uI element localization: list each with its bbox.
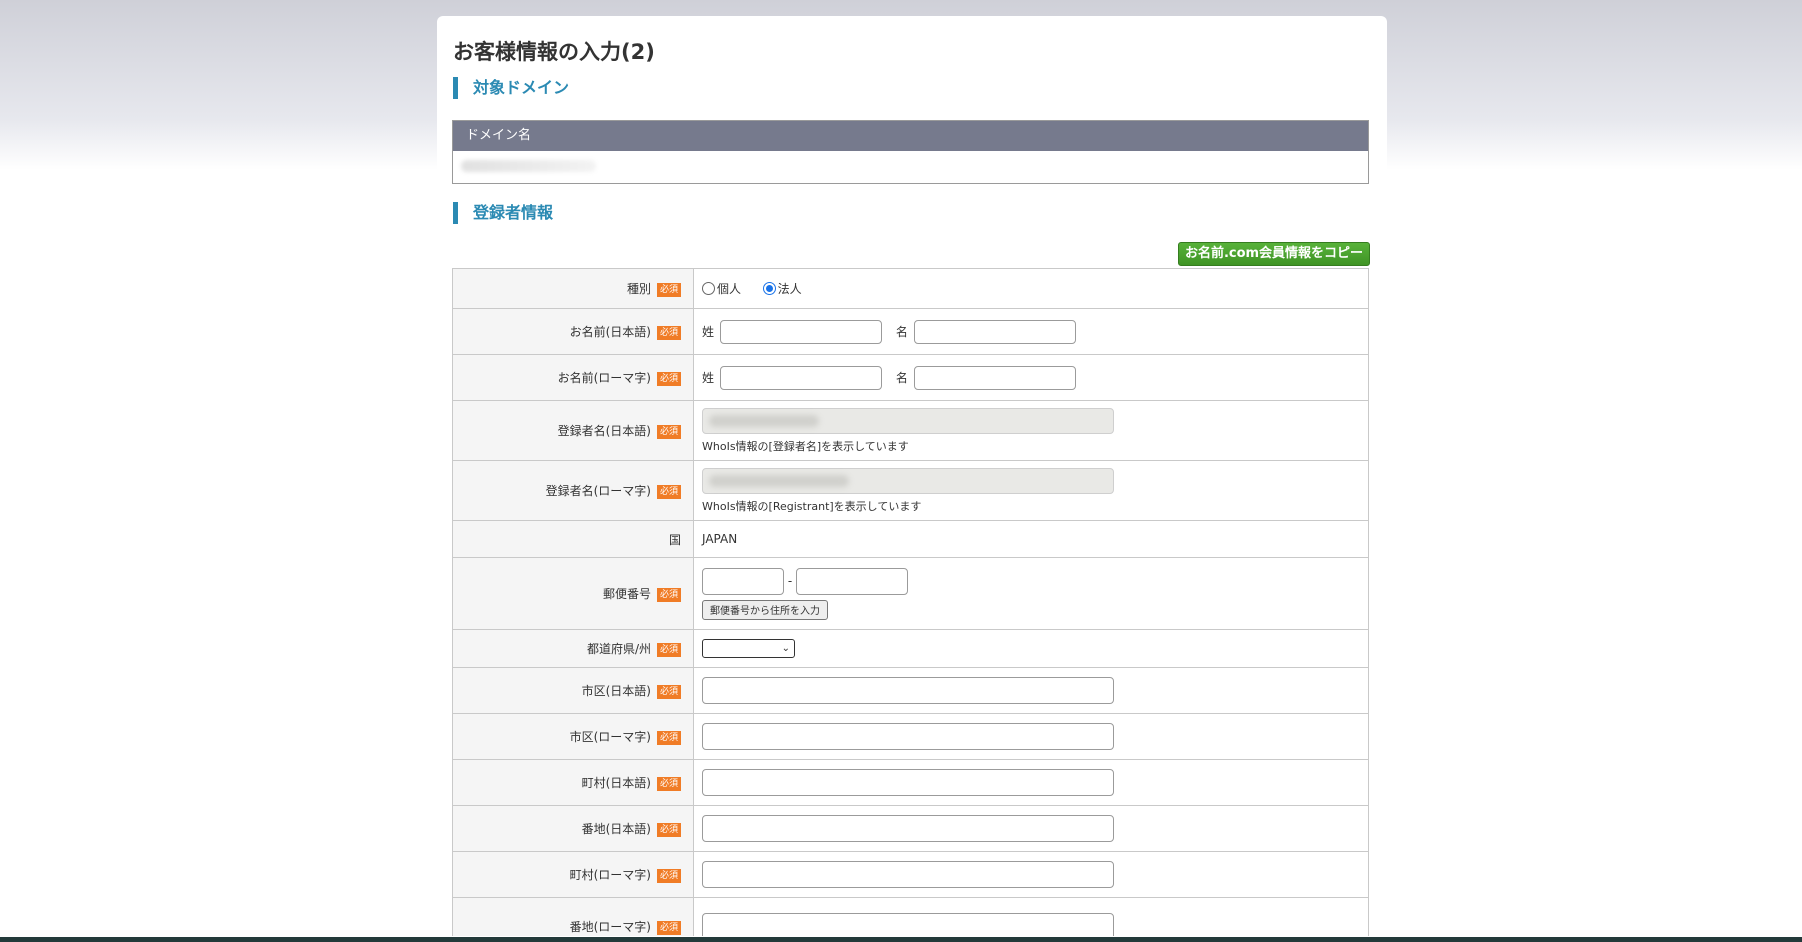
town-jp-input[interactable] xyxy=(702,769,1114,796)
required-badge: 必須 xyxy=(656,822,681,837)
row-address-romaji: 番地(ローマ字) 必須 xyxy=(452,897,1369,936)
section-heading-registrant: 登録者情報 xyxy=(453,202,553,224)
mei-label: 名 xyxy=(895,371,908,385)
registrant-jp-label: 登録者名(日本語) xyxy=(557,424,651,438)
postal-label: 郵便番号 xyxy=(602,587,651,601)
registrant-jp-hint: WhoIs情報の[登録者名]を表示しています xyxy=(702,439,909,453)
row-prefecture: 都道府県/州 必須 ⌄ xyxy=(452,629,1369,668)
postal-code-first-input[interactable] xyxy=(702,567,784,595)
required-badge: 必須 xyxy=(656,282,681,297)
postal-lookup-button[interactable]: 郵便番号から住所を入力 xyxy=(702,599,828,620)
required-badge: 必須 xyxy=(656,424,681,439)
city-jp-input[interactable] xyxy=(702,677,1114,704)
required-badge: 必須 xyxy=(656,776,681,791)
required-badge: 必須 xyxy=(656,868,681,883)
address-jp-input[interactable] xyxy=(702,815,1114,842)
last-name-romaji-input[interactable] xyxy=(720,365,883,390)
city-romaji-label: 市区(ローマ字) xyxy=(569,730,651,744)
row-registrant-jp: 登録者名(日本語) 必須 WhoIs情報の[登録者名]を表示しています xyxy=(452,400,1369,461)
registrant-jp-readonly xyxy=(702,407,1114,434)
domain-name-cell xyxy=(453,151,1369,184)
country-value: JAPAN xyxy=(693,520,1369,558)
row-town-jp: 町村(日本語) 必須 xyxy=(452,759,1369,806)
type-label: 種別 xyxy=(626,282,651,296)
radio-corporation-label: 法人 xyxy=(777,282,802,296)
registrant-form-table: 種別 必須 個人 法人 お名前(日本語) 必須 姓 名 お名前(ローマ字) 必須 姓 … xyxy=(452,268,1369,936)
radio-individual-label: 個人 xyxy=(717,282,742,296)
address-jp-label: 番地(日本語) xyxy=(581,822,651,836)
required-badge: 必須 xyxy=(656,325,681,340)
registrant-romaji-readonly xyxy=(702,467,1114,494)
row-name-jp: お名前(日本語) 必須 姓 名 xyxy=(452,308,1369,355)
mei-label: 名 xyxy=(895,325,908,339)
sei-label: 姓 xyxy=(702,371,715,385)
domain-name-redacted xyxy=(461,160,596,172)
address-romaji-label: 番地(ローマ字) xyxy=(569,920,651,934)
row-postal: 郵便番号 必須 - 郵便番号から住所を入力 xyxy=(452,557,1369,630)
row-city-jp: 市区(日本語) 必須 xyxy=(452,667,1369,714)
required-badge: 必須 xyxy=(656,371,681,386)
required-badge: 必須 xyxy=(656,920,681,935)
radio-individual[interactable] xyxy=(702,282,715,295)
bottom-taskbar-strip xyxy=(0,937,1802,942)
sei-label: 姓 xyxy=(702,325,715,339)
row-address-jp: 番地(日本語) 必須 xyxy=(452,805,1369,852)
copy-member-info-button[interactable]: お名前.com会員情報をコピー xyxy=(1178,242,1370,266)
radio-corporation[interactable] xyxy=(762,282,776,295)
name-jp-label: お名前(日本語) xyxy=(569,325,651,339)
chevron-down-icon: ⌄ xyxy=(781,643,790,654)
postal-code-second-input[interactable] xyxy=(796,567,908,595)
type-radio-group: 個人 法人 xyxy=(693,268,1369,309)
prefecture-label: 都道府県/州 xyxy=(586,642,651,656)
domain-table-header: ドメイン名 xyxy=(452,120,1369,151)
city-romaji-input[interactable] xyxy=(702,723,1114,750)
required-badge: 必須 xyxy=(656,484,681,499)
required-badge: 必須 xyxy=(656,684,681,699)
first-name-romaji-input[interactable] xyxy=(913,365,1076,390)
city-jp-label: 市区(日本語) xyxy=(581,684,651,698)
registrant-romaji-label: 登録者名(ローマ字) xyxy=(545,484,651,498)
row-name-romaji: お名前(ローマ字) 必須 姓 名 xyxy=(452,354,1369,401)
row-city-romaji: 市区(ローマ字) 必須 xyxy=(452,713,1369,760)
town-jp-label: 町村(日本語) xyxy=(581,776,651,790)
registrant-romaji-hint: WhoIs情報の[Registrant]を表示しています xyxy=(702,499,922,513)
form-card: お客様情報の入力(2) 対象ドメイン ドメイン名 登録者情報 お名前.com会員… xyxy=(437,16,1387,936)
row-country: 国 JAPAN xyxy=(452,520,1369,558)
domain-table: ドメイン名 xyxy=(452,120,1369,184)
required-badge: 必須 xyxy=(656,587,681,602)
postal-separator: - xyxy=(787,573,793,588)
row-registrant-romaji: 登録者名(ローマ字) 必須 WhoIs情報の[Registrant]を表示していま… xyxy=(452,460,1369,521)
prefecture-select[interactable]: ⌄ xyxy=(702,639,795,658)
page-title: お客様情報の入力(2) xyxy=(453,40,655,64)
required-badge: 必須 xyxy=(656,730,681,745)
name-romaji-label: お名前(ローマ字) xyxy=(557,371,651,385)
section-heading-domain: 対象ドメイン xyxy=(453,77,569,99)
country-label: 国 xyxy=(668,532,681,547)
required-badge: 必須 xyxy=(656,642,681,657)
last-name-jp-input[interactable] xyxy=(720,319,883,344)
address-romaji-input[interactable] xyxy=(702,913,1114,936)
town-romaji-input[interactable] xyxy=(702,861,1114,888)
town-romaji-label: 町村(ローマ字) xyxy=(569,868,651,882)
row-type: 種別 必須 個人 法人 xyxy=(452,268,1369,309)
first-name-jp-input[interactable] xyxy=(913,319,1076,344)
row-town-romaji: 町村(ローマ字) 必須 xyxy=(452,851,1369,898)
